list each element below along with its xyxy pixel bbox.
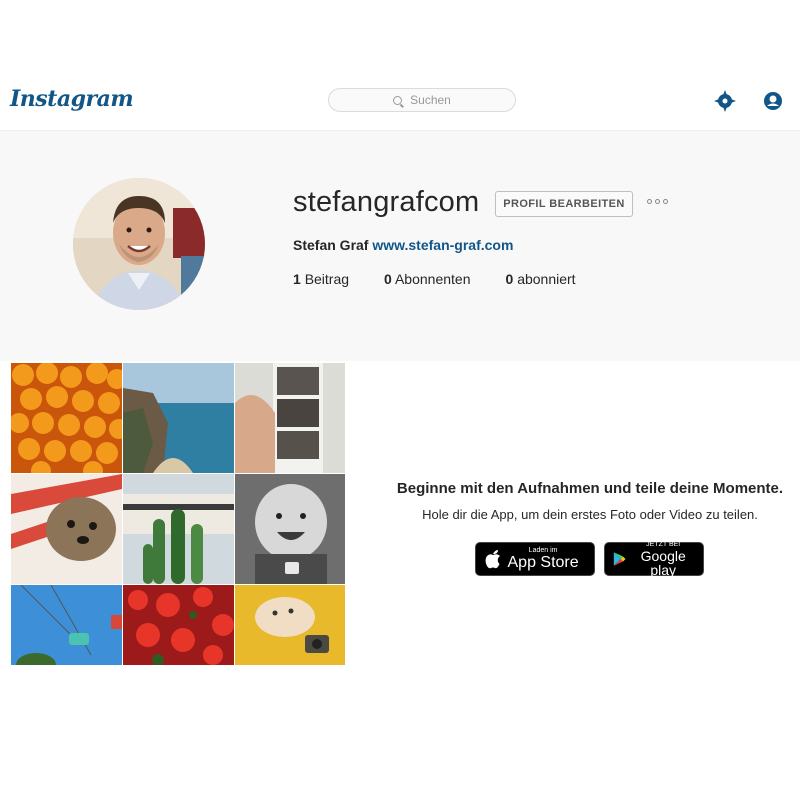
more-options-icon[interactable] — [647, 199, 668, 204]
search-placeholder: Suchen — [410, 93, 451, 107]
stat-following[interactable]: 0 abonniert — [506, 271, 576, 287]
sample-photo-grid — [11, 363, 345, 665]
google-play-small-text: JETZT BEI — [646, 541, 681, 548]
photo-tile-dog — [11, 474, 122, 584]
search-icon — [393, 95, 403, 105]
search-input[interactable]: Suchen — [328, 88, 516, 112]
google-play-icon — [613, 552, 626, 566]
profile-username: stefangrafcom — [293, 186, 480, 218]
app-store-button[interactable]: Laden im App Store — [474, 542, 595, 576]
app-store-label: App Store — [507, 554, 579, 571]
profile-header: stefangrafcom PROFIL BEARBEITEN Stefan G… — [0, 131, 800, 361]
instagram-logo[interactable]: Instagram — [10, 86, 134, 112]
google-play-button[interactable]: JETZT BEI Google play — [603, 541, 704, 578]
google-play-label: Google play — [640, 548, 686, 578]
profile-website-link[interactable]: www.stefan-graf.com — [372, 237, 513, 253]
app-store-small-text: Laden im — [528, 547, 558, 554]
store-badges: Laden im App Store JETZT BEI Google play — [378, 541, 800, 578]
profile-bio: Stefan Graf www.stefan-graf.com — [293, 237, 513, 253]
top-nav: Instagram Suchen — [0, 72, 800, 131]
photo-tile-oranges — [11, 363, 122, 473]
photo-tile-red-flowers — [123, 585, 234, 665]
photo-tile-ferris-wheel — [11, 585, 122, 665]
profile-avatar — [73, 178, 205, 310]
photo-tile-cactus — [123, 474, 234, 584]
photo-tile-baby — [235, 474, 345, 584]
prompt-subtitle: Hole dir die App, um dein erstes Foto od… — [422, 507, 758, 522]
explore-compass-icon[interactable] — [712, 88, 738, 114]
stat-posts: 1 Beitrag — [293, 271, 350, 287]
profile-stats: 1 Beitrag 0 Abonnenten 0 abonniert — [293, 271, 611, 287]
photo-tile-cat — [235, 585, 345, 665]
stat-followers[interactable]: 0 Abonnenten — [384, 271, 470, 287]
apple-icon — [485, 550, 500, 569]
prompt-title: Beginne mit den Aufnahmen und teile dein… — [396, 480, 784, 497]
get-app-prompt: Beginne mit den Aufnahmen und teile dein… — [378, 480, 800, 578]
profile-icon[interactable] — [760, 88, 786, 114]
edit-profile-button[interactable]: PROFIL BEARBEITEN — [495, 191, 633, 217]
photo-tile-photobooth — [235, 363, 345, 473]
profile-full-name: Stefan Graf — [293, 237, 369, 253]
photo-tile-coastline — [123, 363, 234, 473]
